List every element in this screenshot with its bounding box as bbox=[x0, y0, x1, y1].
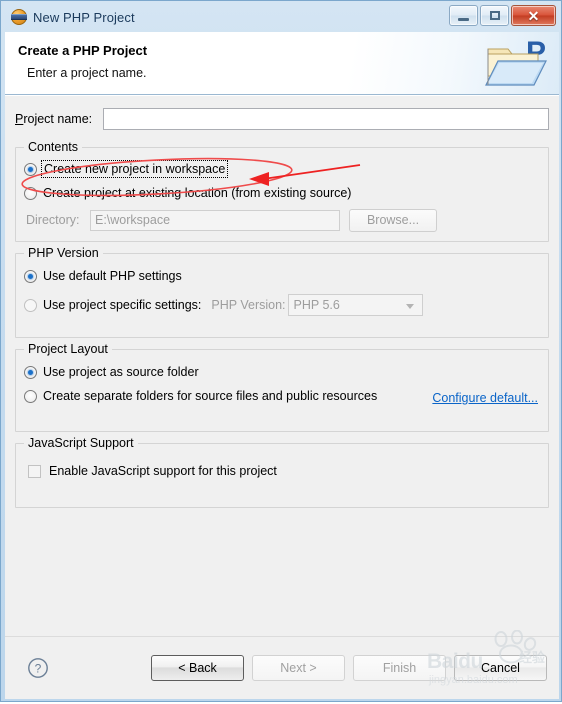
php-version-group-label: PHP Version bbox=[24, 246, 103, 260]
radio-project-specific-settings[interactable]: Use project specific settings: PHP Versi… bbox=[24, 294, 423, 316]
javascript-support-group: JavaScript Support Enable JavaScript sup… bbox=[15, 436, 549, 508]
title-bar: New PHP Project ✕ bbox=[5, 2, 559, 32]
close-button[interactable]: ✕ bbox=[511, 5, 556, 26]
radio-icon-unchecked bbox=[24, 186, 37, 200]
dialog-body: Project name: Contents Create new projec… bbox=[5, 95, 559, 636]
close-icon: ✕ bbox=[527, 7, 540, 24]
finish-button[interactable]: Finish bbox=[353, 655, 446, 681]
radio-label-project-specific-settings: Use project specific settings: bbox=[43, 298, 202, 312]
checkbox-enable-javascript[interactable]: Enable JavaScript support for this proje… bbox=[28, 464, 277, 478]
radio-separate-folders[interactable]: Create separate folders for source files… bbox=[24, 389, 377, 403]
php-version-group: PHP Version Use default PHP settings Use… bbox=[15, 246, 549, 338]
project-name-label: Project name: bbox=[15, 112, 103, 126]
radio-icon-checked bbox=[24, 162, 37, 176]
directory-label: Directory: bbox=[26, 213, 80, 227]
radio-icon-unchecked bbox=[24, 389, 37, 403]
browse-button[interactable]: Browse... bbox=[349, 208, 437, 232]
radio-project-as-source-folder[interactable]: Use project as source folder bbox=[24, 365, 199, 379]
radio-label-existing-location: Create project at existing location (fro… bbox=[43, 186, 352, 200]
php-version-select[interactable]: PHP 5.6 bbox=[287, 294, 423, 316]
minimize-icon bbox=[458, 17, 469, 21]
php-folder-banner-icon: P bbox=[485, 36, 547, 86]
radio-label-project-as-source-folder: Use project as source folder bbox=[43, 365, 199, 379]
eclipse-php-icon bbox=[11, 9, 27, 25]
contents-group-label: Contents bbox=[24, 140, 83, 154]
project-layout-group: Project Layout Use project as source fol… bbox=[15, 342, 549, 432]
radio-icon-unchecked bbox=[24, 298, 37, 312]
radio-create-new-project[interactable]: Create new project in workspace bbox=[24, 160, 229, 178]
radio-existing-location[interactable]: Create project at existing location (fro… bbox=[24, 186, 351, 200]
directory-input[interactable] bbox=[90, 209, 340, 231]
javascript-support-group-label: JavaScript Support bbox=[24, 436, 138, 450]
wizard-header: Create a PHP Project Enter a project nam… bbox=[5, 32, 559, 95]
project-name-label-rest: roject name: bbox=[23, 112, 93, 126]
dialog-footer: ? < Back Next > Finish Cancel bbox=[5, 636, 559, 699]
maximize-icon bbox=[489, 11, 500, 20]
project-layout-group-label: Project Layout bbox=[24, 342, 112, 356]
checkbox-label-enable-javascript: Enable JavaScript support for this proje… bbox=[49, 464, 277, 478]
checkbox-icon-unchecked bbox=[28, 464, 41, 478]
dialog-button-bar: < Back Next > Finish Cancel bbox=[151, 655, 547, 681]
window-controls: ✕ bbox=[449, 5, 556, 26]
radio-label-create-new-project: Create new project in workspace bbox=[40, 160, 229, 178]
page-title: Create a PHP Project bbox=[18, 43, 148, 58]
svg-text:?: ? bbox=[35, 662, 42, 676]
window-inner: New PHP Project ✕ Create a PHP Project E… bbox=[5, 2, 559, 699]
next-button[interactable]: Next > bbox=[252, 655, 345, 681]
cancel-button[interactable]: Cancel bbox=[454, 655, 547, 681]
directory-row: Directory: Browse... bbox=[26, 208, 540, 232]
contents-group: Contents Create new project in workspace… bbox=[15, 140, 549, 242]
page-subtitle: Enter a project name. bbox=[27, 66, 147, 80]
radio-icon-checked bbox=[24, 365, 37, 379]
project-name-row: Project name: bbox=[15, 107, 549, 131]
dialog-window: New PHP Project ✕ Create a PHP Project E… bbox=[0, 0, 562, 702]
minimize-button[interactable] bbox=[449, 5, 478, 26]
back-button[interactable]: < Back bbox=[151, 655, 244, 681]
radio-label-default-php-settings: Use default PHP settings bbox=[43, 269, 182, 283]
configure-default-link[interactable]: Configure default... bbox=[432, 391, 538, 405]
radio-label-separate-folders: Create separate folders for source files… bbox=[43, 389, 378, 403]
radio-default-php-settings[interactable]: Use default PHP settings bbox=[24, 269, 182, 283]
project-name-input[interactable] bbox=[103, 108, 549, 130]
window-title: New PHP Project bbox=[33, 9, 135, 25]
php-version-field-label: PHP Version: bbox=[211, 298, 286, 312]
chevron-down-icon bbox=[405, 304, 414, 309]
maximize-button[interactable] bbox=[480, 5, 509, 26]
help-question-icon[interactable]: ? bbox=[27, 657, 49, 679]
php-version-selected-value: PHP 5.6 bbox=[293, 298, 340, 312]
radio-icon-checked bbox=[24, 269, 37, 283]
